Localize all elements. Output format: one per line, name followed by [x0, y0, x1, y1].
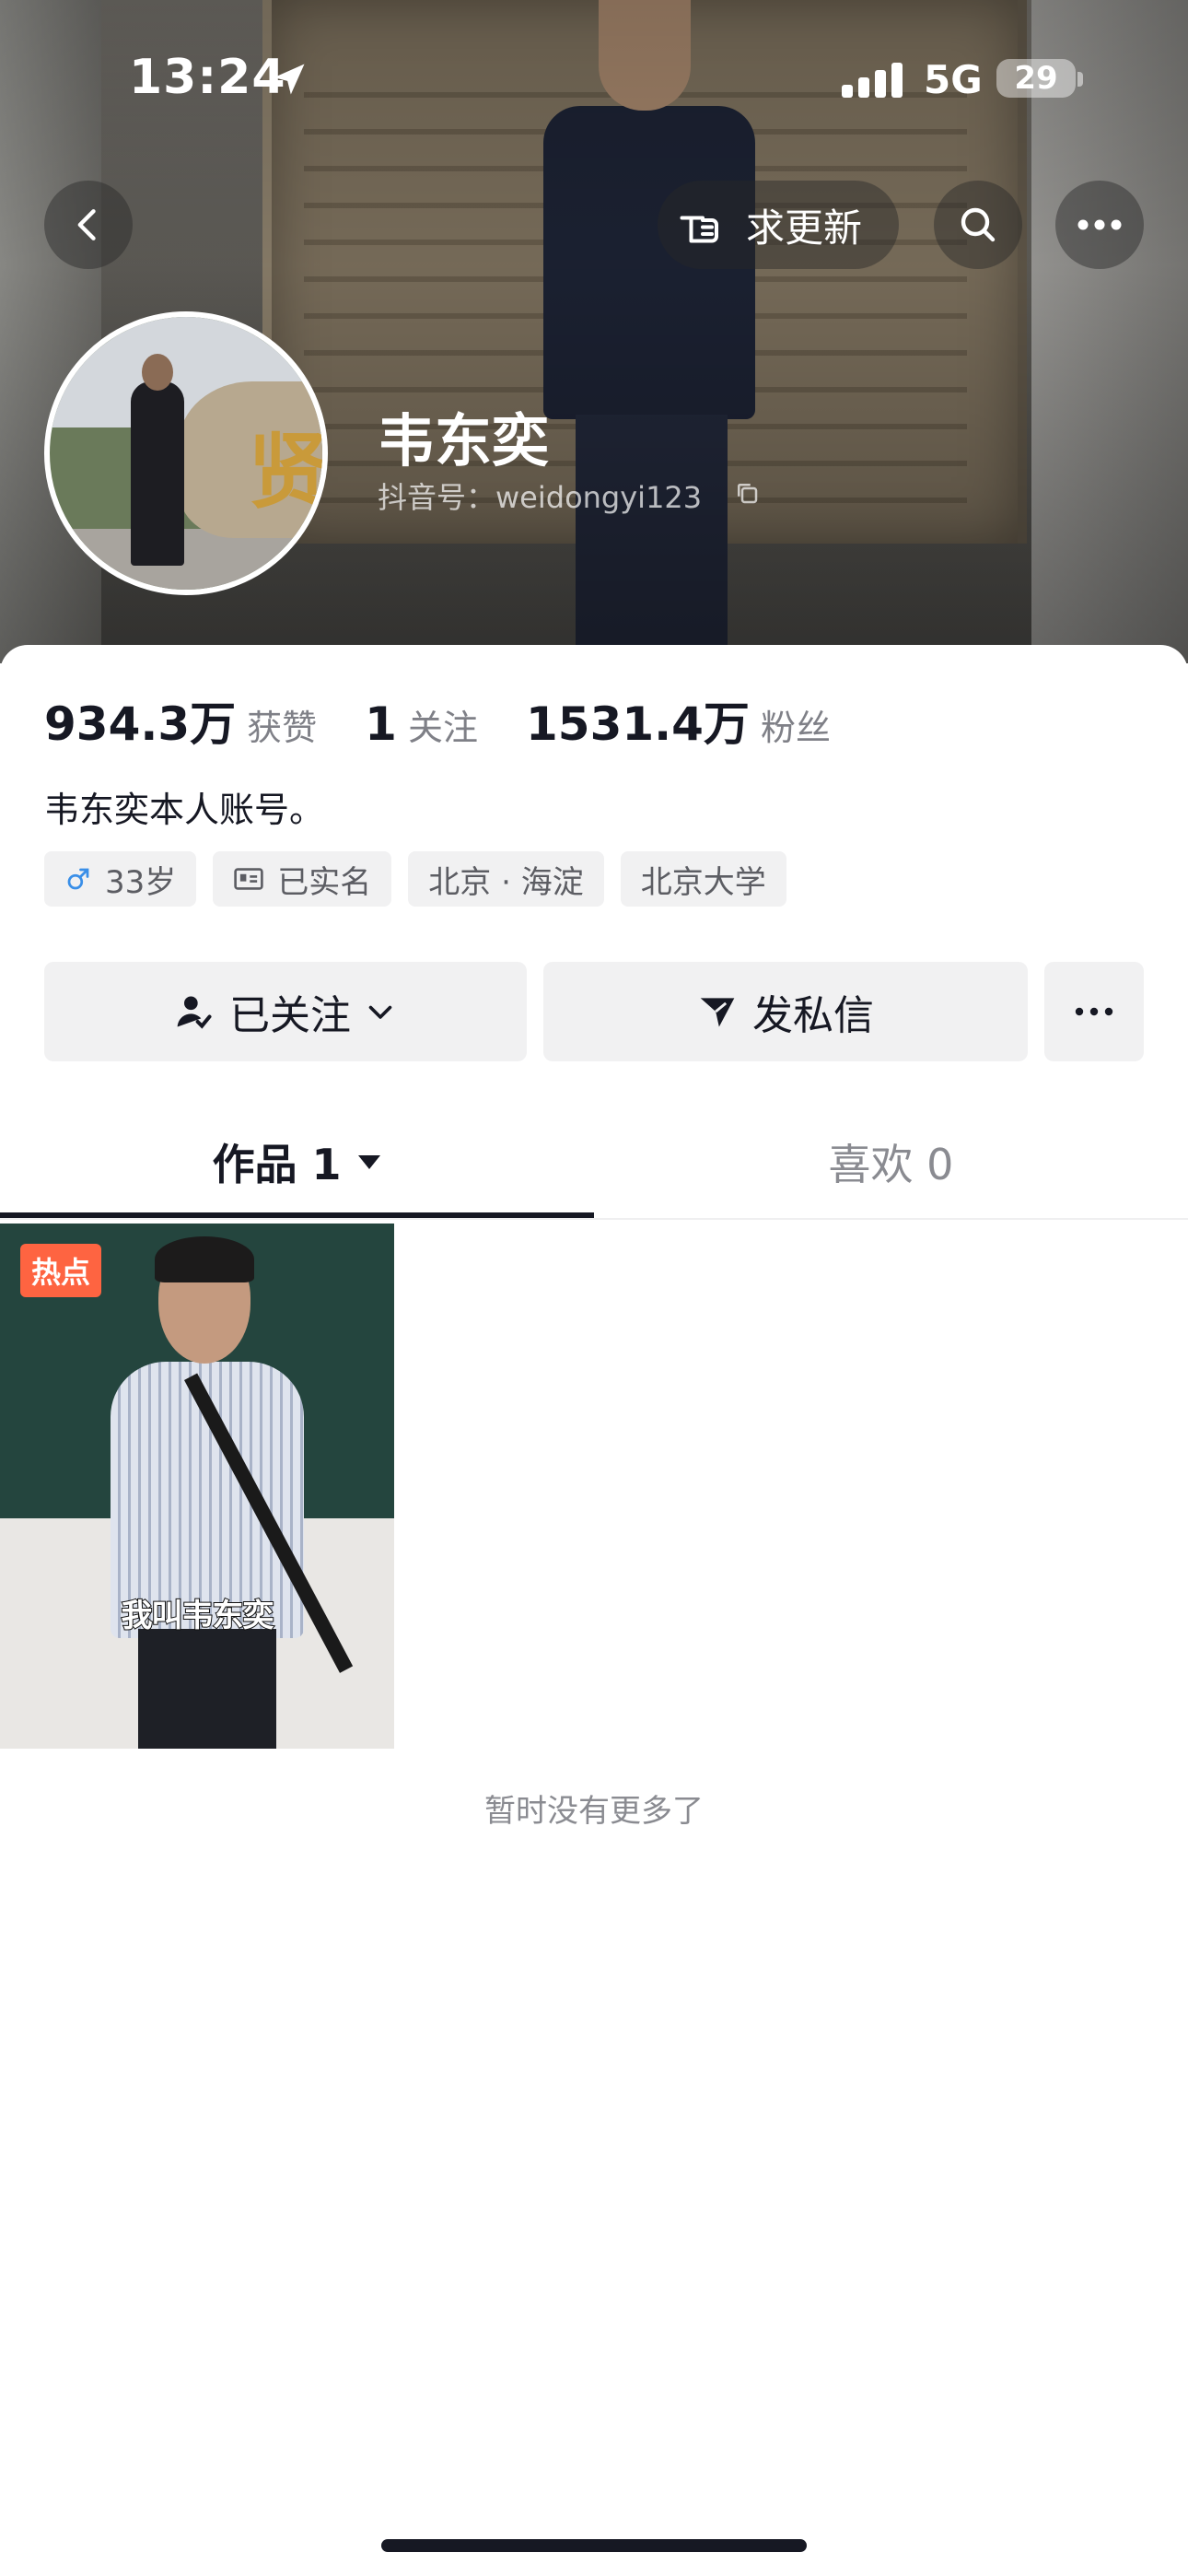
- male-icon: [64, 865, 92, 893]
- avatar-person-head: [142, 354, 173, 391]
- tag-verified: 已实名: [213, 851, 392, 907]
- id-card-icon: [233, 865, 264, 893]
- followed-user-icon: [174, 991, 215, 1032]
- profile-bio: 韦东奕本人账号。: [44, 790, 325, 830]
- tag-age: 33岁: [44, 851, 197, 907]
- following-label: 关注: [407, 708, 478, 748]
- likes-count[interactable]: 934.3万: [44, 687, 236, 754]
- chevron-down-icon: [364, 995, 397, 1028]
- tab-likes[interactable]: 喜欢 0: [594, 1102, 1188, 1222]
- message-button[interactable]: 发私信: [543, 962, 1028, 1061]
- avatar[interactable]: 贤: [44, 311, 328, 595]
- request-update-button[interactable]: 求更新: [658, 181, 899, 269]
- more-options-button[interactable]: [1055, 181, 1144, 269]
- video-thumbnail[interactable]: 热点 我叫韦东奕: [0, 1224, 394, 1749]
- likes-label: 获赞: [247, 708, 318, 748]
- profile-tags: 33岁 已实名 北京 · 海淀 北京大学: [44, 851, 786, 907]
- tag-verified-label: 已实名: [277, 863, 372, 901]
- battery-indicator: 29: [996, 59, 1076, 98]
- home-indicator[interactable]: [381, 2539, 807, 2552]
- copy-icon[interactable]: [733, 479, 761, 507]
- chevron-left-icon: [77, 209, 96, 240]
- ellipsis-icon: [1077, 219, 1122, 230]
- followers-count[interactable]: 1531.4万: [526, 687, 750, 754]
- follow-button[interactable]: 已关注: [44, 962, 527, 1061]
- battery-tip: [1077, 72, 1083, 87]
- video-caption: 我叫韦东奕: [121, 1597, 275, 1635]
- status-time: 13:24: [129, 50, 286, 105]
- location-arrow-icon: [274, 64, 305, 95]
- search-button[interactable]: [934, 181, 1022, 269]
- profile-name: 韦东奕: [378, 407, 550, 474]
- avatar-person: [131, 381, 184, 566]
- avatar-ground: [50, 529, 322, 590]
- tab-works-label: 作品 1: [212, 1140, 342, 1189]
- tab-works[interactable]: 作品 1: [0, 1102, 594, 1222]
- profile-stats: 934.3万 获赞 1 关注 1531.4万 粉丝: [44, 687, 879, 751]
- followers-label: 粉丝: [760, 708, 831, 748]
- following-count[interactable]: 1: [365, 697, 397, 751]
- pointing-hand-icon: [670, 193, 735, 257]
- no-more-content-text: 暂时没有更多了: [484, 1793, 704, 1830]
- message-button-label: 发私信: [752, 992, 874, 1039]
- request-update-label: 求更新: [746, 205, 863, 251]
- avatar-rock-character: 贤: [248, 423, 328, 521]
- tag-school[interactable]: 北京大学: [620, 851, 786, 907]
- hot-badge: 热点: [20, 1244, 102, 1297]
- thumb-person-pants: [138, 1629, 276, 1749]
- ellipsis-icon: [1075, 1007, 1113, 1016]
- network-type: 5G: [924, 57, 983, 102]
- profile-more-button[interactable]: [1044, 962, 1144, 1061]
- tab-divider: [0, 1218, 1188, 1220]
- search-icon: [961, 207, 996, 242]
- douyin-id: 抖音号：weidongyi123: [378, 480, 703, 515]
- caret-down-icon: [356, 1153, 382, 1171]
- thumb-person-hair: [155, 1236, 254, 1282]
- follow-button-label: 已关注: [229, 992, 351, 1039]
- back-button[interactable]: [44, 181, 133, 269]
- tag-age-label: 33岁: [105, 863, 177, 901]
- cellular-signal-icon: [842, 63, 903, 98]
- tag-location: 北京 · 海淀: [408, 851, 604, 907]
- send-icon: [697, 991, 738, 1032]
